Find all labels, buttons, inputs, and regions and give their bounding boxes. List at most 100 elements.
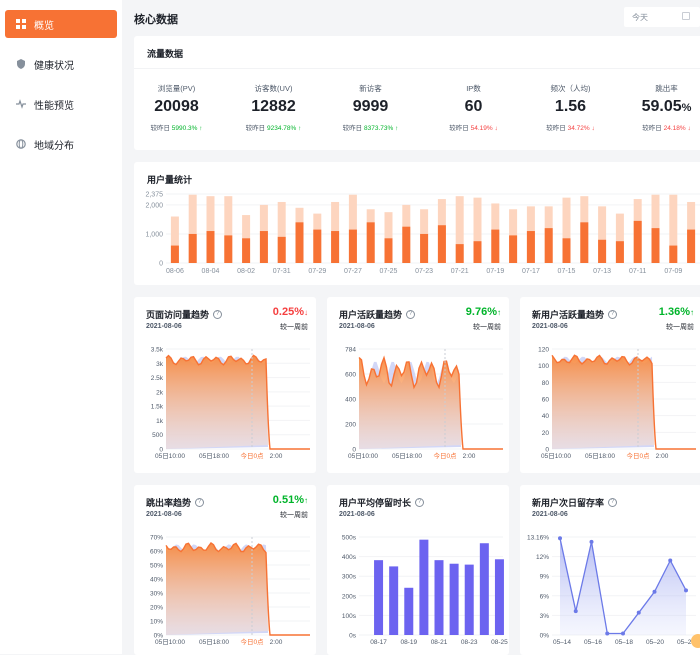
bar-active <box>615 241 624 263</box>
data-point <box>558 536 562 541</box>
bar <box>374 560 384 635</box>
y-tick-label: 1k <box>156 418 164 425</box>
trend-chart: 3.5k3k2.5k2k1.5k1k500005日10:00 05日18:00 今日… <box>151 347 310 460</box>
sidebar-item-overview[interactable]: 概览 <box>5 10 117 38</box>
y-tick-label: 2,375 <box>145 192 163 199</box>
stat-value: 60 <box>464 98 483 115</box>
bar-active <box>170 245 179 263</box>
trend-chart: 13.16%12%9%6%3%0%05–14 05–16 05–18 05–20 05–… <box>527 535 696 646</box>
data-point <box>589 539 594 544</box>
y-tick-label: 120 <box>538 347 549 354</box>
bar <box>404 587 414 635</box>
stat-item: 浏览量(PV) 20098 较昨日 5990.3% ↑ <box>129 83 224 132</box>
arrow-down-icon: ↓ <box>685 125 691 132</box>
stat-compare: 较昨日 34.72% ↓ <box>546 125 595 132</box>
bar-active <box>580 222 589 263</box>
x-tick-label: 08-19 <box>400 639 417 646</box>
x-tick-label: 今日0点 <box>626 451 650 460</box>
bar <box>449 563 459 635</box>
sidebar-item-geo[interactable]: 地域分布 <box>5 130 117 158</box>
bar <box>479 543 489 635</box>
x-tick-label: 08-23 <box>461 639 478 646</box>
y-tick-label: 60 <box>542 397 550 404</box>
globe-icon <box>16 139 26 149</box>
y-tick-label: 2k <box>156 389 164 396</box>
bar-active <box>188 233 197 263</box>
sidebar-item-performance[interactable]: 性能预览 <box>5 90 117 118</box>
y-tick-label: 70% <box>150 535 163 542</box>
sidebar-item-label: 概览 <box>34 20 54 32</box>
bar-active <box>331 231 340 263</box>
bar-active <box>544 228 553 263</box>
x-tick-label: 05日18:00 <box>199 452 229 460</box>
stat-compare: 较昨日 54.19% ↓ <box>449 125 498 132</box>
stat-compare: 较昨日 8373.73% ↑ <box>342 125 399 132</box>
y-tick-label: 200 <box>345 422 356 429</box>
bar-active <box>509 235 518 263</box>
stat-label: 新访客 <box>359 84 382 93</box>
x-tick-label: 05日18:00 <box>199 638 229 646</box>
bar-active <box>366 222 375 263</box>
x-tick-label: 07-31 <box>273 268 291 275</box>
bar-active <box>206 231 215 263</box>
y-tick-label: 9% <box>540 574 550 581</box>
stat-compare: 较昨日 5990.3% ↑ <box>150 125 203 132</box>
x-tick-label: 05日10:00 <box>348 452 378 460</box>
stat-label: 访客数(UV) <box>254 84 293 93</box>
x-tick-label: 07-21 <box>451 268 469 275</box>
x-tick-label: 05–16 <box>584 639 602 646</box>
x-tick-label: 08-25 <box>491 639 508 646</box>
stat-label: 浏览量(PV) <box>157 84 196 93</box>
y-tick-label: 100 <box>538 363 549 370</box>
arrow-down-icon: ↓ <box>589 125 595 132</box>
sidebar-item-health[interactable]: 健康状况 <box>5 50 117 78</box>
bar-active <box>455 244 464 263</box>
trend-card: 新用户次日留存率? 2021-08-06 13.16% 12% 9% 6% 3% 0% 05–1… <box>520 485 700 655</box>
x-tick-label: 08-21 <box>431 639 448 646</box>
y-tick-label: 1,000 <box>145 231 163 238</box>
user-bar-chart: 2,375 2,000 1,000 008-06 08-04 08-02 07-31 07-2… <box>145 192 700 275</box>
y-tick-label: 12% <box>536 554 549 561</box>
x-tick-label: 2:00 <box>270 453 283 460</box>
dashboard-icon <box>16 19 26 29</box>
x-tick-label: 07-11 <box>629 268 646 275</box>
date-picker[interactable]: 今天 <box>624 7 700 27</box>
stat-value: 9999 <box>352 98 389 115</box>
arrow-up-icon: ↑ <box>393 125 399 132</box>
x-tick-label: 05–18 <box>615 639 633 646</box>
bar-active <box>437 225 446 263</box>
area-current <box>552 355 655 449</box>
stat-label: 频次（人均) <box>550 84 591 93</box>
x-tick-label: 05日10:00 <box>541 452 571 460</box>
bar <box>389 566 399 635</box>
area-current <box>166 543 269 635</box>
y-tick-label: 30% <box>150 591 163 598</box>
x-tick-label: 07-23 <box>415 268 433 275</box>
stat-value: 20098 <box>154 98 199 115</box>
traffic-card-title: 流量数据 <box>147 49 184 59</box>
stat-value: 12882 <box>251 98 296 115</box>
stat-item: 频次（人均) 1.56 较昨日 34.72% ↓ <box>523 83 618 132</box>
y-tick-label: 40 <box>542 413 550 420</box>
floating-help-button[interactable] <box>691 634 700 648</box>
calendar-icon <box>682 12 690 20</box>
bar-active <box>384 238 393 263</box>
y-tick-label: 3k <box>156 361 164 368</box>
stat-label: 跳出率 <box>655 84 678 93</box>
main-content: 核心数据 今天 流量数据 浏览量(PV) 20098 较昨日 5990.3% ↑ 访客… <box>122 0 700 655</box>
x-tick-label: 08-06 <box>166 268 184 275</box>
sidebar-item-label: 地域分布 <box>34 140 74 152</box>
x-tick-label: 07-27 <box>344 268 362 275</box>
stat-item: 新访客 9999 较昨日 8373.73% ↑ <box>323 83 418 132</box>
y-tick-label: 3% <box>540 613 550 620</box>
x-tick-label: 08-04 <box>202 268 220 275</box>
x-tick-label: 07-15 <box>558 268 576 275</box>
stat-label: IP数 <box>466 84 481 93</box>
data-point <box>668 558 673 563</box>
y-tick-label: 0 <box>159 261 163 268</box>
bar-active <box>277 236 286 263</box>
arrow-up-icon: ↑ <box>296 125 302 132</box>
stat-value: 1.56 <box>554 98 587 115</box>
y-tick-label: 2.5k <box>151 375 164 382</box>
divider <box>134 68 700 69</box>
